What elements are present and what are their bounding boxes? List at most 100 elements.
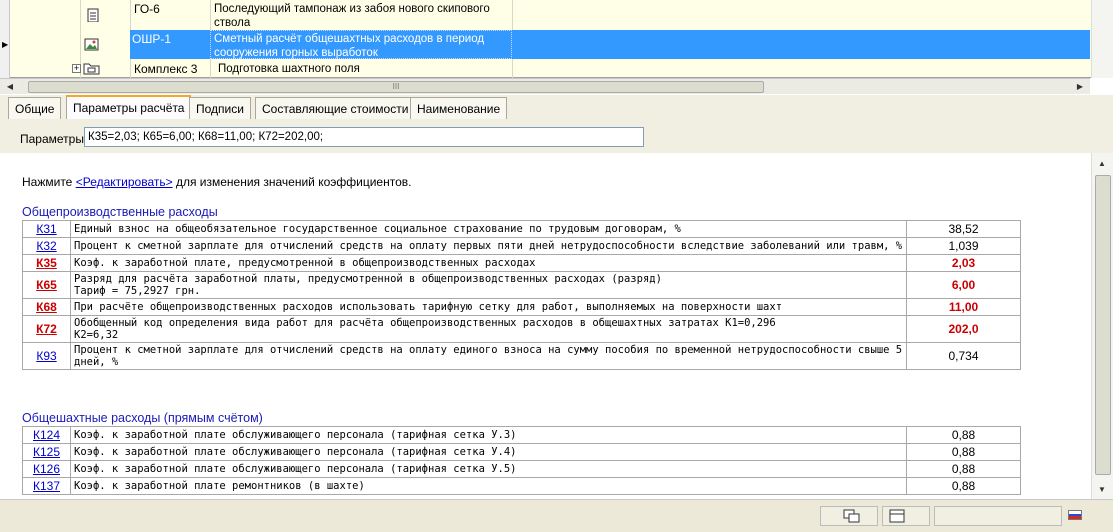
tab-naming[interactable]: Наименование xyxy=(410,97,508,119)
scroll-up-icon[interactable]: ▲ xyxy=(1098,159,1106,168)
params-input[interactable]: К35=2,03; К65=6,00; К68=11,00; К72=202,0… xyxy=(84,127,644,147)
coef-value: 2,03 xyxy=(906,254,1021,272)
edit-link[interactable]: <Редактировать> xyxy=(76,175,173,189)
status-pane xyxy=(820,506,878,526)
coef-link[interactable]: К93 xyxy=(36,349,56,363)
coef-description: Процент к сметной зарплате для отчислени… xyxy=(70,342,907,370)
tab-cost-components[interactable]: Составляющие стоимости xyxy=(255,97,416,119)
coef-link[interactable]: К137 xyxy=(33,479,60,493)
row-name: Сметный расчёт общешахтных расходов в пе… xyxy=(214,33,485,59)
content-vertical-scrollbar[interactable]: ▲ ▼ xyxy=(1091,153,1113,499)
coefficient-row: К124 Коэф. к заработной плате обслуживающ… xyxy=(22,426,1021,444)
tab-general[interactable]: Общие xyxy=(8,97,62,119)
coefficients-table: К31 Единый взнос на общеобязательное госу… xyxy=(22,220,1021,370)
section-title: Общешахтные расходы (прямым счётом) xyxy=(22,411,263,425)
scroll-thumb[interactable]: III xyxy=(28,81,764,93)
scroll-left-icon[interactable]: ◀ xyxy=(2,80,18,94)
coef-description: Разряд для расчёта заработной платы, пре… xyxy=(70,271,907,299)
horizontal-scrollbar[interactable]: ◀ III ▶ xyxy=(0,78,1090,94)
coef-description: Коэф. к заработной плате ремонтников (в … xyxy=(70,477,907,495)
tab-signatures[interactable]: Подписи xyxy=(189,97,251,119)
coef-value: 1,039 xyxy=(906,237,1021,255)
coefficient-row: К126 Коэф. к заработной плате обслуживающ… xyxy=(22,460,1021,478)
image-icon xyxy=(84,38,99,51)
coef-description: Коэф. к заработной плате обслуживающего … xyxy=(70,443,907,461)
layout-icon[interactable] xyxy=(889,509,907,524)
tree-row[interactable]: Комплекс 3 Подготовка шахтного поля xyxy=(10,62,1090,78)
coef-value: 38,52 xyxy=(906,220,1021,238)
tab-calc-params[interactable]: Параметры расчёта xyxy=(66,95,192,119)
coef-code-cell: К125 xyxy=(22,443,71,461)
coef-code-cell: К72 xyxy=(22,315,71,343)
coef-link[interactable]: К32 xyxy=(36,239,56,253)
coef-link[interactable]: К72 xyxy=(36,322,57,336)
tree-row[interactable]: ГО-6 Последующий тампонаж из забоя новог… xyxy=(10,2,1090,29)
row-code: ГО-6 xyxy=(134,2,160,16)
coef-code-cell: К31 xyxy=(22,220,71,238)
coef-code-cell: К137 xyxy=(22,477,71,495)
row-name: Подготовка шахтного поля xyxy=(218,63,360,75)
coef-description: Коэф. к заработной плате, предусмотренно… xyxy=(70,254,907,272)
coef-link[interactable]: К31 xyxy=(36,222,56,236)
edit-hint: Нажмите <Редактировать> для изменения зн… xyxy=(22,175,411,189)
coef-code-cell: К32 xyxy=(22,237,71,255)
hint-prefix: Нажмите xyxy=(22,175,76,189)
coef-link[interactable]: К126 xyxy=(33,462,60,476)
row-code: ОШР-1 xyxy=(132,32,172,46)
status-pane xyxy=(882,506,930,526)
coefficients-view: Нажмите <Редактировать> для изменения зн… xyxy=(0,153,1088,499)
coef-description: Единый взнос на общеобязательное государ… xyxy=(70,220,907,238)
status-pane xyxy=(934,506,1062,526)
coef-value: 0,88 xyxy=(906,477,1021,495)
coefficient-row: К137 Коэф. к заработной плате ремонтников… xyxy=(22,477,1021,495)
coef-value: 11,00 xyxy=(906,298,1021,316)
coef-code-cell: К35 xyxy=(22,254,71,272)
coefficient-row: К35 Коэф. к заработной плате, предусмотре… xyxy=(22,254,1021,272)
coef-link[interactable]: К124 xyxy=(33,428,60,442)
coef-link[interactable]: К68 xyxy=(36,300,57,314)
coef-description: Коэф. к заработной плате обслуживающего … xyxy=(70,426,907,444)
coefficient-row: К65 Разряд для расчёта заработной платы, … xyxy=(22,271,1021,299)
coefficient-row: К32 Процент к сметной зарплате для отчисл… xyxy=(22,237,1021,255)
tab-bar: Общие Параметры расчёта Подписи Составля… xyxy=(0,95,1113,121)
row-indicator-column: ▶ xyxy=(0,0,10,78)
tree-vertical-scrollbar[interactable] xyxy=(1091,0,1113,78)
coef-value: 6,00 xyxy=(906,271,1021,299)
coef-code-cell: К126 xyxy=(22,460,71,478)
coef-value: 0,88 xyxy=(906,460,1021,478)
hint-suffix: для изменения значений коэффициентов. xyxy=(172,175,412,189)
coef-code-cell: К124 xyxy=(22,426,71,444)
coef-description: Коэф. к заработной плате обслуживающего … xyxy=(70,460,907,478)
coef-code-cell: К93 xyxy=(22,342,71,370)
flag-icon xyxy=(1068,510,1082,520)
coefficients-table: К124 Коэф. к заработной плате обслуживающ… xyxy=(22,426,1021,495)
coef-link[interactable]: К35 xyxy=(36,256,57,270)
coefficient-row: К31 Единый взнос на общеобязательное госу… xyxy=(22,220,1021,238)
params-panel: Параметры К35=2,03; К65=6,00; К68=11,00;… xyxy=(0,121,1113,153)
coefficient-row: К93 Процент к сметной зарплате для отчисл… xyxy=(22,342,1021,370)
tree-grid[interactable]: ▶ ГО-6 Последующий тампонаж из забоя нов… xyxy=(0,0,1113,78)
coef-description: Обобщенный код определения вида работ дл… xyxy=(70,315,907,343)
selected-tree-row[interactable]: ОШР-1 Сметный расчёт общешахтных расходо… xyxy=(130,30,1090,59)
params-label: Параметры xyxy=(20,132,84,146)
coefficient-row: К72 Обобщенный код определения вида работ… xyxy=(22,315,1021,343)
coef-link[interactable]: К65 xyxy=(36,278,57,292)
coef-description: При расчёте общепроизводственных расходо… xyxy=(70,298,907,316)
coef-value: 0,88 xyxy=(906,426,1021,444)
scroll-right-icon[interactable]: ▶ xyxy=(1072,80,1088,94)
current-row-arrow-icon: ▶ xyxy=(2,40,9,49)
coef-link[interactable]: К125 xyxy=(33,445,60,459)
status-bar xyxy=(0,499,1113,532)
coefficient-row: К68 При расчёте общепроизводственных расх… xyxy=(22,298,1021,316)
section-title: Общепроизводственные расходы xyxy=(22,205,218,219)
scroll-thumb[interactable] xyxy=(1095,175,1111,475)
coef-value: 202,0 xyxy=(906,315,1021,343)
coef-code-cell: К68 xyxy=(22,298,71,316)
scroll-down-icon[interactable]: ▼ xyxy=(1098,485,1106,494)
coefficient-row: К125 Коэф. к заработной плате обслуживающ… xyxy=(22,443,1021,461)
coef-code-cell: К65 xyxy=(22,271,71,299)
windows-icon[interactable] xyxy=(843,509,861,524)
row-name: Последующий тампонаж из забоя нового ски… xyxy=(214,3,490,29)
row-code: Комплекс 3 xyxy=(134,62,198,76)
coef-value: 0,88 xyxy=(906,443,1021,461)
